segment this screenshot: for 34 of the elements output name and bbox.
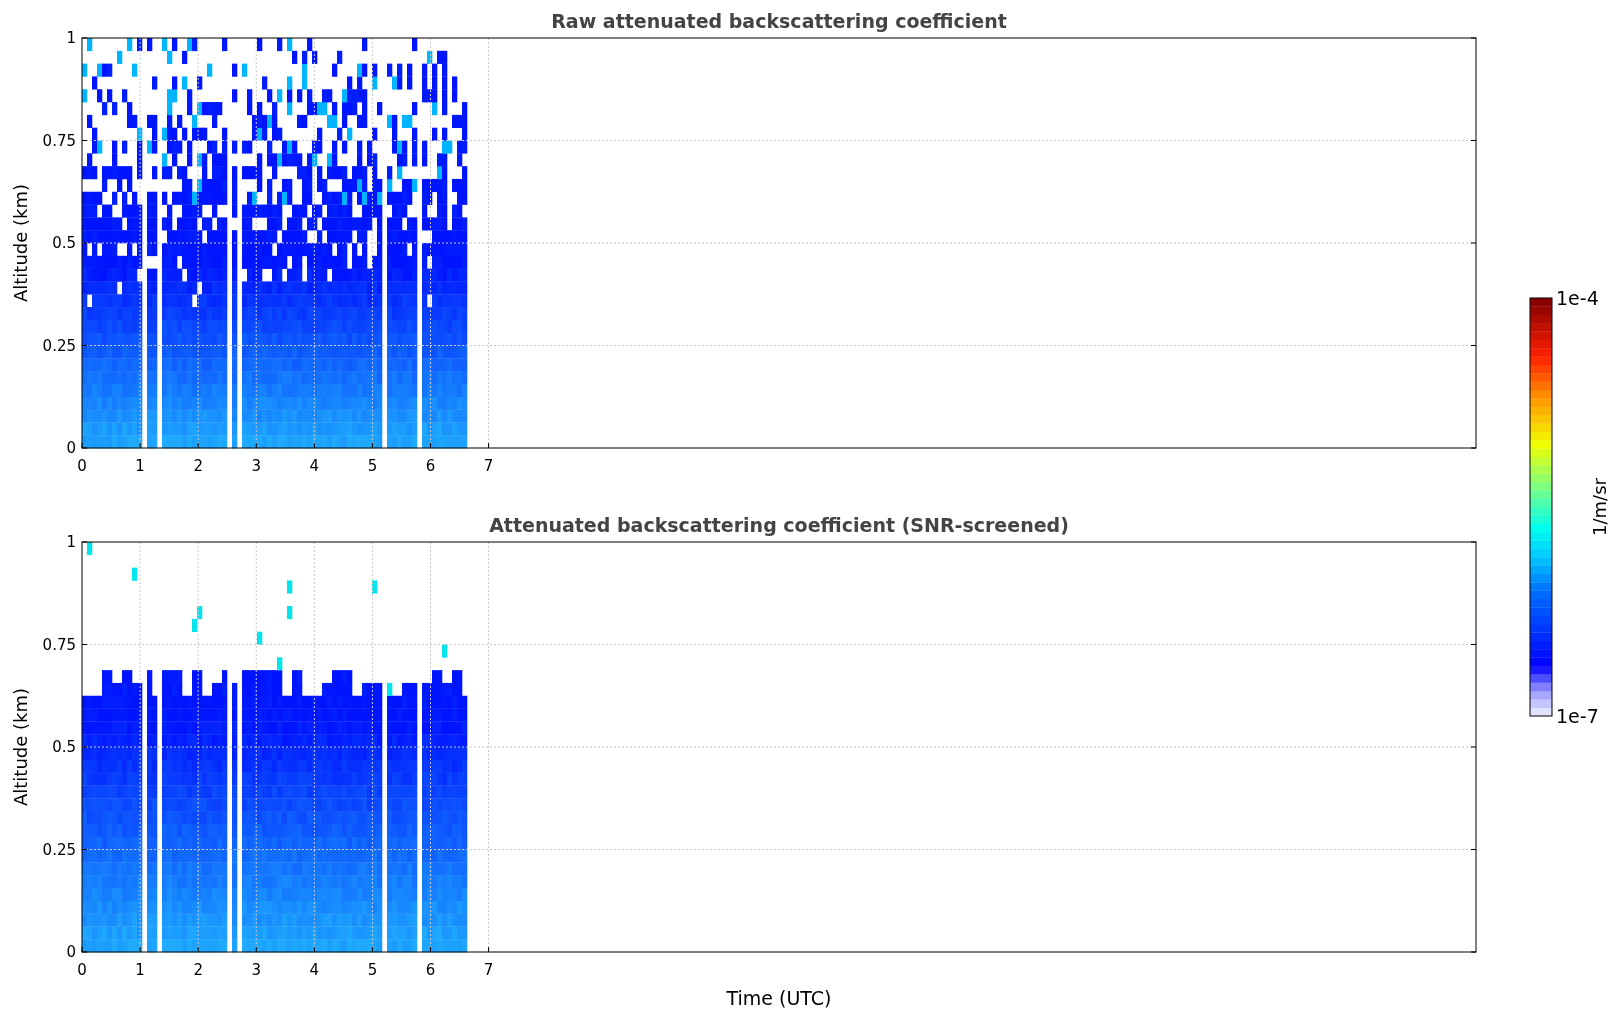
colorbar-label: 1/m/sr bbox=[1589, 478, 1610, 536]
y-tick-label: 0.5 bbox=[52, 738, 76, 756]
x-tick-label: 1 bbox=[135, 457, 145, 475]
colorbar-max-label: 1e-4 bbox=[1556, 287, 1599, 309]
x-axis-label: Time (UTC) bbox=[726, 987, 832, 1009]
y-tick-label: 0.5 bbox=[52, 234, 76, 252]
y-tick-label: 0.75 bbox=[42, 131, 76, 150]
y-tick-label: 0 bbox=[66, 439, 76, 457]
x-tick-label: 7 bbox=[483, 457, 494, 475]
x-tick-label: 3 bbox=[251, 457, 261, 475]
y-axis-label: Altitude (km) bbox=[10, 687, 31, 807]
x-tick-label: 6 bbox=[425, 961, 436, 979]
x-tick-label: 5 bbox=[367, 961, 378, 979]
y-tick-label: 0.75 bbox=[42, 635, 76, 654]
x-tick-label: 7 bbox=[483, 961, 494, 979]
x-tick-label: 0 bbox=[77, 961, 87, 979]
x-tick-label: 5 bbox=[367, 457, 378, 475]
x-tick-label: 6 bbox=[425, 457, 436, 475]
x-tick-label: 3 bbox=[251, 961, 261, 979]
x-tick-label: 1 bbox=[135, 961, 145, 979]
chart-title: Attenuated backscattering coefficient (SNR-screened) bbox=[489, 514, 1069, 536]
y-tick-label: 0.25 bbox=[42, 840, 76, 859]
y-tick-label: 0.25 bbox=[42, 336, 76, 355]
x-tick-label: 4 bbox=[309, 457, 320, 475]
chart-title: Raw attenuated backscattering coefficient bbox=[551, 10, 1007, 32]
y-axis-label: Altitude (km) bbox=[10, 183, 31, 303]
y-tick-label: 0 bbox=[66, 943, 76, 961]
y-tick-label: 1 bbox=[66, 29, 76, 47]
x-tick-label: 4 bbox=[309, 961, 320, 979]
x-tick-label: 2 bbox=[193, 457, 203, 475]
x-tick-label: 0 bbox=[77, 457, 87, 475]
colorbar-min-label: 1e-7 bbox=[1556, 705, 1599, 727]
y-tick-label: 1 bbox=[66, 533, 76, 551]
x-tick-label: 2 bbox=[193, 961, 203, 979]
